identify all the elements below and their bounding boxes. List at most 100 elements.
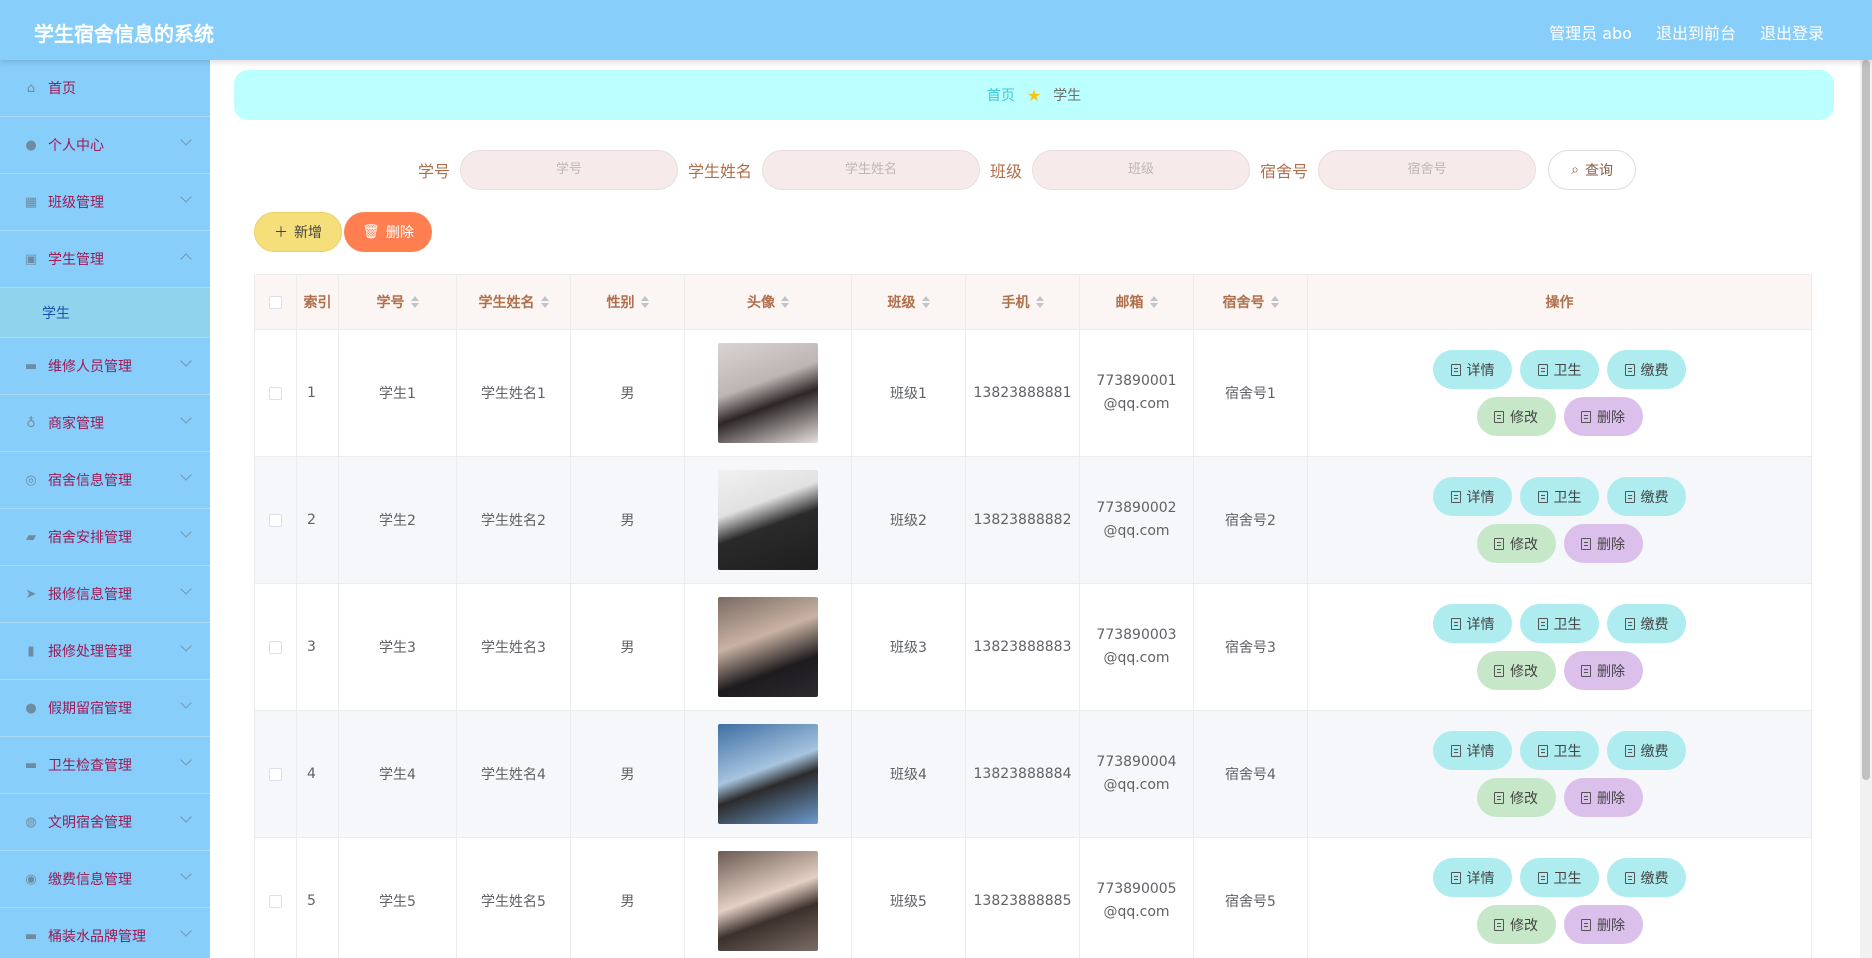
sidebar-item-13[interactable]: ◉ 缴费信息管理 <box>0 851 210 908</box>
table-row[interactable]: 5 学生5 学生姓名5 男 班级5 13823888885 773890005@qq.com… <box>255 838 1811 958</box>
sort-icon[interactable] <box>1270 296 1279 308</box>
cell-xuehao: 学生1 <box>339 330 457 456</box>
hygiene-button[interactable]: 卫生 <box>1520 350 1599 389</box>
delete-button[interactable]: 🗑 删除 <box>344 212 432 252</box>
sidebar-item-9[interactable]: ▮ 报修处理管理 <box>0 623 210 680</box>
search-input-2[interactable]: 班级 <box>1032 150 1251 190</box>
avatar-cell <box>685 330 852 456</box>
sidebar-item-10[interactable]: ● 假期留宿管理 <box>0 680 210 737</box>
cell-gender-text: 男 <box>620 894 635 910</box>
column-header-2[interactable]: 学生姓名 <box>457 275 571 329</box>
edit-button[interactable]: 修改 <box>1476 524 1556 563</box>
sidebar-item-5[interactable]: ♁ 商家管理 <box>0 395 210 452</box>
search-input-0[interactable]: 学号 <box>460 150 679 190</box>
row-checkbox[interactable] <box>269 513 282 527</box>
edit-button[interactable]: 修改 <box>1476 905 1556 944</box>
row-checkbox[interactable] <box>269 894 282 908</box>
cell-sushe-text: 宿舍号1 <box>1225 386 1276 402</box>
search-input-3[interactable]: 宿舍号 <box>1318 150 1537 190</box>
detail-button[interactable]: 详情 <box>1433 858 1512 897</box>
column-header-4[interactable]: 头像 <box>685 275 852 329</box>
cell-xuehao: 学生3 <box>339 584 457 710</box>
edit-button[interactable]: 修改 <box>1476 778 1556 817</box>
sidebar-item-14[interactable]: ▬ 桶装水品牌管理 <box>0 908 210 958</box>
cell-banji: 班级3 <box>852 584 966 710</box>
sort-icon[interactable] <box>1149 296 1158 308</box>
hygiene-icon <box>1537 744 1548 757</box>
select-all-checkbox[interactable] <box>269 295 282 309</box>
edit-button[interactable]: 修改 <box>1476 397 1556 436</box>
breadcrumb-home[interactable]: 首页 <box>987 85 1015 105</box>
cell-name-text: 学生姓名4 <box>481 767 546 783</box>
table-row[interactable]: 1 学生1 学生姓名1 男 班级1 13823888881 773890001@qq.com… <box>255 330 1811 457</box>
scrollbar-thumb[interactable] <box>1862 60 1870 780</box>
pay-icon <box>1624 490 1635 503</box>
cell-email-text: 773890003@qq.com <box>1096 627 1177 666</box>
pay-icon <box>1624 617 1635 630</box>
row-delete-button[interactable]: 删除 <box>1563 905 1643 944</box>
sidebar-item-4[interactable]: ▬ 维修人员管理 <box>0 338 210 395</box>
sidebar-item-label: 个人中心 <box>48 138 104 154</box>
pay-button[interactable]: 缴费 <box>1607 858 1686 897</box>
table-row[interactable]: 3 学生3 学生姓名3 男 班级3 13823888883 773890003@qq.com… <box>255 584 1811 711</box>
row-delete-button[interactable]: 删除 <box>1563 778 1643 817</box>
pay-button[interactable]: 缴费 <box>1607 731 1686 770</box>
sidebar: ⌂ 首页 ● 个人中心 ▦ 班级管理 ▣ 学生管理 学生 ▬ 维修人员管理 ♁ 商家管理 ◎ 宿舍信息管理 ▰… <box>0 60 210 958</box>
row-checkbox[interactable] <box>269 767 282 781</box>
sidebar-item-6[interactable]: ◎ 宿舍信息管理 <box>0 452 210 509</box>
sort-icon[interactable] <box>410 296 419 308</box>
add-button[interactable]: ＋ 新增 <box>254 212 342 252</box>
detail-button[interactable]: 详情 <box>1433 604 1512 643</box>
sidebar-item-2[interactable]: ▦ 班级管理 <box>0 174 210 231</box>
column-header-3[interactable]: 性别 <box>571 275 685 329</box>
sidebar-item-label: 商家管理 <box>48 416 104 432</box>
column-header-6[interactable]: 手机 <box>966 275 1080 329</box>
sidebar-item-0[interactable]: ⌂ 首页 <box>0 60 210 117</box>
sidebar-item-8[interactable]: ➤ 报修信息管理 <box>0 566 210 623</box>
row-delete-label: 删除 <box>1597 663 1625 680</box>
chevron-down-icon <box>180 134 192 146</box>
sort-icon[interactable] <box>921 296 930 308</box>
edit-button[interactable]: 修改 <box>1476 651 1556 690</box>
row-delete-button[interactable]: 删除 <box>1563 397 1643 436</box>
column-header-1[interactable]: 学号 <box>339 275 457 329</box>
sort-icon[interactable] <box>540 296 549 308</box>
pay-button[interactable]: 缴费 <box>1607 350 1686 389</box>
pay-button[interactable]: 缴费 <box>1607 604 1686 643</box>
sort-icon[interactable] <box>640 296 649 308</box>
chevron-down-icon <box>180 868 192 880</box>
row-delete-button[interactable]: 删除 <box>1563 524 1643 563</box>
sidebar-item-3[interactable]: ▣ 学生管理 <box>0 231 210 288</box>
search-input-1[interactable]: 学生姓名 <box>762 150 981 190</box>
column-header-5[interactable]: 班级 <box>852 275 966 329</box>
pay-button[interactable]: 缴费 <box>1607 477 1686 516</box>
row-delete-button[interactable]: 删除 <box>1563 651 1643 690</box>
submenu-item-student[interactable]: 学生 <box>0 288 210 338</box>
sort-icon[interactable] <box>1035 296 1044 308</box>
query-button[interactable]: ⌕ 查询 <box>1548 150 1637 190</box>
hygiene-button[interactable]: 卫生 <box>1520 858 1599 897</box>
sidebar-item-12[interactable]: ◍ 文明宿舍管理 <box>0 794 210 851</box>
cell-email-text: 773890001@qq.com <box>1096 373 1177 412</box>
to-front-link[interactable]: 退出到前台 <box>1656 20 1736 44</box>
hygiene-button[interactable]: 卫生 <box>1520 604 1599 643</box>
detail-button[interactable]: 详情 <box>1433 477 1512 516</box>
row-checkbox[interactable] <box>269 386 282 400</box>
logout-link[interactable]: 退出登录 <box>1760 20 1824 44</box>
column-header-8[interactable]: 宿舍号 <box>1194 275 1308 329</box>
hygiene-button[interactable]: 卫生 <box>1520 477 1599 516</box>
row-checkbox[interactable] <box>269 640 282 654</box>
sort-icon[interactable] <box>781 296 789 308</box>
sidebar-item-11[interactable]: ▬ 卫生检查管理 <box>0 737 210 794</box>
table-row[interactable]: 2 学生2 学生姓名2 男 班级2 13823888882 773890002@qq.com… <box>255 457 1811 584</box>
sidebar-item-1[interactable]: ● 个人中心 <box>0 117 210 174</box>
column-header-9: 操作 <box>1308 275 1811 329</box>
sidebar-item-7[interactable]: ▰ 宿舍安排管理 <box>0 509 210 566</box>
column-header-7[interactable]: 邮箱 <box>1080 275 1194 329</box>
detail-button[interactable]: 详情 <box>1433 731 1512 770</box>
ops-cell: 详情 卫生 缴费修改 删除 <box>1308 838 1811 958</box>
sidebar-item-label: 缴费信息管理 <box>48 872 132 888</box>
hygiene-button[interactable]: 卫生 <box>1520 731 1599 770</box>
table-row[interactable]: 4 学生4 学生姓名4 男 班级4 13823888884 773890004@qq.com… <box>255 711 1811 838</box>
detail-button[interactable]: 详情 <box>1433 350 1512 389</box>
